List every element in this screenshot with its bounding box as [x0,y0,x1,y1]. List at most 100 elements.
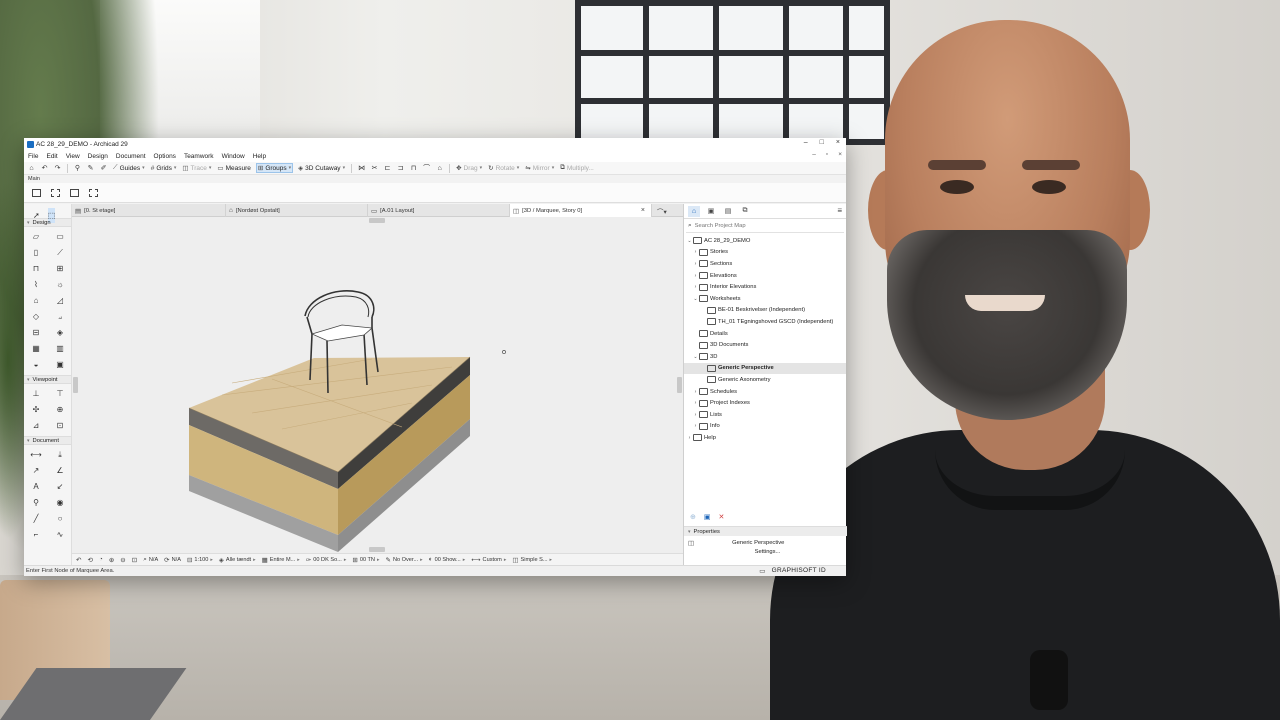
mesh-icon[interactable]: ▥ [48,341,72,356]
fillet-icon[interactable]: ⌒ [422,164,431,173]
undo-zoom-icon[interactable]: ↶ [76,556,81,564]
offset-icon[interactable]: ⊐ [396,164,405,173]
section-icon[interactable]: ⊥ [24,386,48,401]
tree-item-th-01[interactable]: TH_01 TEgningshoved GSCD (Independent) [684,316,846,328]
expand-icon[interactable]: › [692,249,699,255]
home-icon[interactable]: ⌂ [27,164,36,173]
shell-icon[interactable]: ◿ [48,293,72,308]
figure-icon[interactable]: ◉ [48,495,72,510]
eyedropper-icon[interactable]: ✎ [86,164,95,173]
interior-elevation-icon[interactable]: ✣ [24,402,48,417]
new-view-icon[interactable]: ⊕ [690,513,696,521]
worksheet-icon[interactable]: ⊕ [48,402,72,417]
mirror-button[interactable]: ⇋ Mirror ▾ [524,164,555,173]
orbit-icon[interactable]: ⟲ [87,556,92,564]
stair-icon[interactable]: ⌇ [24,277,48,292]
opening-icon[interactable]: ▣ [48,357,72,372]
tree-item-schedules[interactable]: › Schedules [684,386,846,398]
beam-icon[interactable]: ⟋ [48,245,72,260]
menu-window[interactable]: Window [222,153,245,160]
tree-item-generic-axonometry[interactable]: Generic Axonometry [684,374,846,386]
model-view-options-field[interactable]: ⊞ 00 TN ▸ [352,556,379,564]
grids-button[interactable]: # Grids ▾ [150,165,178,172]
menu-teamwork[interactable]: Teamwork [184,153,214,160]
tree-item-3d[interactable]: ⌄ 3D [684,351,846,363]
zoom-out-icon[interactable]: ⊖ [120,556,125,564]
navigator-menu-icon[interactable]: ≡ [837,206,842,215]
slab-icon[interactable]: ▭ [48,229,72,244]
zone-icon[interactable]: ▦ [24,341,48,356]
railing-icon[interactable]: ☼ [48,277,72,292]
expand-icon[interactable]: › [692,400,699,406]
close-button[interactable]: × [836,139,840,146]
tree-item-stories[interactable]: › Stories [684,247,846,259]
3d-viewport[interactable] [72,217,683,553]
tree-item-project-indexes[interactable]: › Project Indexes [684,397,846,409]
tree-item-info[interactable]: › Info [684,421,846,433]
lamp-icon[interactable]: ◈ [48,325,72,340]
door-icon[interactable]: ⊓ [24,261,48,276]
tab-menu[interactable]: ⌒▾ [654,204,683,217]
settings-button[interactable]: Settings... [684,549,847,559]
inject-icon[interactable]: ✐ [99,164,108,173]
viewport-resize-handle-left[interactable] [73,377,78,393]
expand-icon[interactable]: › [692,273,699,279]
toolbox-section-viewpoint[interactable]: ▾ Viewpoint [24,375,71,384]
minimize-button[interactable]: – [804,139,808,146]
trace-button[interactable]: ◫ Trace ▾ [181,164,212,173]
morph-icon[interactable]: ⟓ [48,309,72,324]
menu-edit[interactable]: Edit [46,153,57,160]
layout-book-icon[interactable]: ▤ [722,206,734,217]
marker-icon[interactable]: ⚲ [24,495,48,510]
label-icon[interactable]: ↙ [48,479,72,494]
properties-header[interactable]: ▾ Properties [684,526,847,536]
tree-item-help[interactable]: › Help [684,432,846,444]
wall-icon[interactable]: ▱ [24,229,48,244]
tab-3d[interactable]: ◫ [3D / Marquee, Story 0] × [510,204,652,217]
delete-icon[interactable]: ✕ [719,513,725,521]
circle-icon[interactable]: ○ [48,511,72,526]
toolbox-section-design[interactable]: ▾ Design [24,218,71,227]
redo-icon[interactable]: ↷ [53,164,62,173]
explore-icon[interactable]: ◔ [99,556,103,563]
clone-view-icon[interactable]: ▣ [704,513,711,521]
zoom-in-icon[interactable]: ⊕ [109,556,114,564]
angle-field[interactable]: ⌕ N/A [143,556,158,564]
publisher-sets-icon[interactable]: ⧉ [739,206,751,217]
tree-item-be-01[interactable]: BE-01 Beskrivelser (Independent) [684,305,846,317]
doc-close-button[interactable]: × [838,151,842,158]
polyline-icon[interactable]: ⌐ [24,527,48,542]
viewport-resize-handle-right[interactable] [677,377,682,393]
marquee-rotated-icon[interactable] [89,188,98,197]
menu-help[interactable]: Help [253,153,266,160]
menu-file[interactable]: File [28,153,38,160]
tree-item-worksheets[interactable]: ⌄ Worksheets [684,293,846,305]
marquee-single-icon[interactable] [32,188,41,197]
tree-item-lists[interactable]: › Lists [684,409,846,421]
layer-combination-field[interactable]: ◈ Alle tændt ▸ [219,556,256,564]
doc-restore-button[interactable]: ▫ [826,151,828,158]
doc-minimize-button[interactable]: – [812,151,816,158]
angle-dimension-icon[interactable]: ∠ [48,463,72,478]
collapse-icon[interactable]: ⌄ [692,296,699,302]
roof-icon[interactable]: ⌂ [24,293,48,308]
detail-icon[interactable]: ⊿ [24,418,48,433]
tree-item-details[interactable]: Details [684,328,846,340]
tree-item-sections[interactable]: › Sections [684,258,846,270]
tree-item-elevations[interactable]: › Elevations [684,270,846,282]
dimension-icon[interactable]: ⟷ [24,447,48,462]
tab-layout[interactable]: ▭ [A.01 Layout] [368,204,510,217]
house-icon[interactable]: ⌂ [435,164,444,173]
orientation-field[interactable]: ⟳ N/A [164,556,181,564]
tree-item-3d-documents[interactable]: 3D Documents [684,339,846,351]
view-map-icon[interactable]: ▣ [705,206,717,217]
expand-icon[interactable]: › [692,261,699,267]
graphisoft-id-bar[interactable]: ▭ GRAPHISOFT ID [683,565,846,576]
expand-icon[interactable]: › [692,389,699,395]
line-icon[interactable]: ╱ [24,511,48,526]
elevation-icon[interactable]: ⊤ [48,386,72,401]
undo-icon[interactable]: ↶ [40,164,49,173]
pen-set-field[interactable]: ✑ 00 DK So... ▸ [306,556,347,564]
rotate-button[interactable]: ↻ Rotate ▾ [487,164,520,173]
collapse-icon[interactable]: ⌄ [692,354,699,360]
